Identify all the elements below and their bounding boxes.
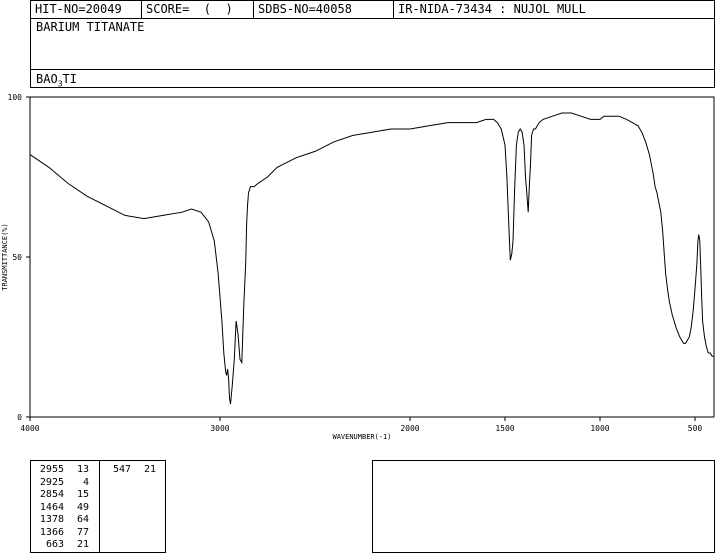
peak-wavenumber: 1378 [39, 514, 64, 525]
peak-wavenumber: 2955 [39, 464, 64, 475]
y-tick-label: 100 [8, 93, 23, 102]
peak-wavenumber: 1366 [39, 526, 64, 538]
hit-no-label: HIT-NO=20049 [35, 2, 122, 16]
formula-tail: TI [62, 72, 77, 86]
y-tick-label: 0 [17, 413, 22, 422]
peak-table-divider [99, 461, 100, 552]
peak-row: 1378 64 [36, 514, 89, 525]
peak-transmittance: 64 [76, 514, 89, 525]
x-tick-label: 500 [688, 424, 703, 433]
y-tick-label: 50 [12, 253, 22, 262]
peak-row: 2925 4 [36, 477, 89, 488]
peak-transmittance: 49 [76, 501, 89, 513]
header-box: HIT-NO=20049 SCORE= ( ) SDBS-NO=40058 IR… [30, 0, 715, 88]
sdbs-no-label: SDBS-NO=40058 [258, 2, 352, 16]
peak-wavenumber: 2925 [39, 476, 64, 488]
peak-wavenumber: 663 [45, 539, 64, 550]
compound-name: BARIUM TITANATE [36, 20, 145, 34]
peak-wavenumber: 2854 [39, 489, 64, 500]
ir-spectrum-chart: 4000 3000 2000 1500 1000 500 0 50 100 WAVENUMBER(… [1, 93, 715, 441]
peak-row: 2854 15 [36, 489, 89, 500]
peak-wavenumber: 547 [112, 464, 131, 475]
peak-transmittance: 21 [76, 539, 89, 550]
x-axis-label: WAVENUMBER(-1) [332, 433, 391, 441]
peak-table-box: 2955 13 2925 4 2854 15 1464 49 1378 64 1366 77 663 21… [30, 460, 166, 553]
peak-row: 547 21 [103, 464, 156, 475]
compound-formula: BAO3TI [36, 72, 77, 88]
formula-rule [31, 69, 714, 70]
peak-transmittance: 4 [82, 476, 89, 488]
peak-wavenumber: 1464 [39, 501, 64, 513]
empty-info-box [372, 460, 715, 553]
peak-transmittance: 15 [76, 489, 89, 500]
plot-frame [29, 96, 715, 418]
peak-row: 1464 49 [36, 502, 89, 513]
y-axis-label: TRANSMITTANCE(%) [1, 223, 9, 290]
peak-row: 2955 13 [36, 464, 89, 475]
x-tick-label: 4000 [20, 424, 39, 433]
peak-transmittance: 13 [76, 464, 89, 475]
score-label: SCORE= ( ) [146, 2, 233, 16]
ir-nida-label: IR-NIDA-73434 : NUJOL MULL [398, 2, 586, 16]
x-tick-label: 1000 [590, 424, 609, 433]
header-rule [31, 18, 714, 19]
peak-row: 1366 77 [36, 527, 89, 538]
formula-main: BAO [36, 72, 58, 86]
x-tick-label: 3000 [210, 424, 229, 433]
peak-transmittance: 77 [76, 526, 89, 538]
x-tick-label: 2000 [400, 424, 419, 433]
x-tick-label: 1500 [495, 424, 514, 433]
peak-row: 663 21 [36, 539, 89, 550]
spectrum-line [29, 112, 714, 405]
peak-transmittance: 21 [143, 464, 156, 475]
